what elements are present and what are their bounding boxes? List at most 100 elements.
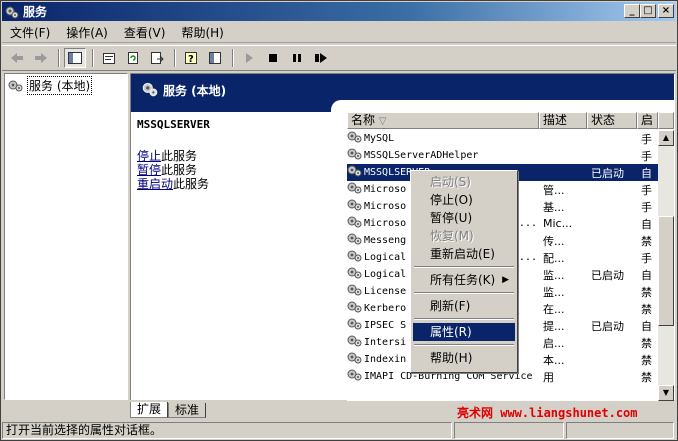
menu-separator (414, 266, 514, 268)
service-startup-type: 自 (641, 319, 652, 333)
sort-indicator-icon: ▽ (378, 116, 387, 127)
service-gear-icon (347, 351, 363, 368)
service-startup-type: 禁 (641, 285, 652, 299)
table-row[interactable]: MSSQLServerADHelper 手 (347, 147, 658, 164)
menu-action[interactable]: 操作(A) (58, 24, 116, 41)
service-description: 启... (543, 336, 565, 350)
service-startup-type: 自 (641, 268, 652, 282)
service-name: Logical (364, 269, 407, 280)
service-description-panel: MSSQLSERVER 停止此服务 暂停此服务 重启动此服务 (137, 118, 337, 191)
service-name: Intersi (364, 337, 407, 348)
service-gear-icon (347, 283, 363, 300)
refresh-icon[interactable] (122, 48, 144, 68)
context-menu-item[interactable]: 所有任务(K) ▶ (413, 271, 515, 289)
menu-separator (414, 292, 514, 294)
restart-service-link[interactable]: 重启动 (137, 177, 173, 191)
service-status: 已启动 (591, 268, 624, 282)
service-startup-type: 手 (641, 200, 652, 214)
menu-separator (414, 318, 514, 320)
service-startup-type: 禁 (641, 302, 652, 316)
window-title: 服务 (23, 5, 48, 19)
service-name: MySQL (364, 133, 395, 144)
stop-service-link[interactable]: 停止 (137, 149, 161, 163)
toolbar-separator (232, 49, 234, 67)
context-menu-item[interactable]: 停止(O) (413, 191, 515, 209)
export-icon[interactable] (146, 48, 168, 68)
forward-arrow-icon[interactable] (30, 48, 52, 68)
tree-item-services-local[interactable]: 服务 (本地) (5, 74, 127, 97)
service-name: MSSQLServerADHelper (364, 150, 479, 161)
service-description: 监... (543, 268, 565, 282)
status-panel-3 (566, 422, 674, 439)
service-startup-type: 禁 (641, 234, 652, 248)
back-arrow-icon[interactable] (6, 48, 28, 68)
menu-file[interactable]: 文件(F) (2, 24, 58, 41)
vertical-scrollbar[interactable]: ▲ ▼ (658, 130, 674, 401)
status-bar: 打开当前选择的属性对话框。 (2, 421, 676, 440)
service-name: Microso (364, 201, 407, 212)
minimize-button[interactable]: _ (624, 4, 640, 18)
toolbar-separator (92, 49, 94, 67)
action-suffix: 此服务 (173, 177, 210, 191)
service-name: License (364, 286, 407, 297)
context-menu-item[interactable]: 暂停(U) (413, 209, 515, 227)
service-name: Indexin (364, 354, 407, 365)
service-gear-icon (347, 249, 363, 266)
menu-view[interactable]: 查看(V) (116, 24, 174, 41)
menu-bar: 文件(F) 操作(A) 查看(V) 帮助(H) (2, 23, 676, 43)
action-pause: 暂停此服务 (137, 163, 337, 177)
service-gear-icon (347, 181, 363, 198)
service-description: 基... (543, 200, 565, 214)
service-name-cell: MSSQLServerADHelper (347, 147, 539, 164)
start-icon[interactable] (238, 48, 260, 68)
context-menu-item[interactable]: 刷新(F) (413, 297, 515, 315)
show-tree-icon[interactable] (64, 48, 86, 68)
column-header-status[interactable]: 状态 (587, 112, 637, 129)
maximize-button[interactable]: □ (640, 4, 656, 18)
console-tree-icon[interactable] (204, 48, 226, 68)
service-name: Microso (364, 218, 407, 229)
context-menu-item[interactable]: 属性(R) (413, 323, 515, 341)
context-menu-item-label: 启动(S) (430, 175, 471, 189)
services-gear-icon (141, 80, 159, 101)
service-gear-icon (347, 147, 363, 164)
scroll-thumb[interactable] (658, 216, 674, 326)
context-menu-item[interactable]: 重新启动(E) (413, 245, 515, 263)
scroll-down-icon[interactable]: ▼ (658, 385, 674, 401)
context-menu-item-label: 刷新(F) (430, 299, 471, 313)
service-startup-type: 手 (641, 183, 652, 197)
watermark-text: 亮术网 www.liangshunet.com (457, 406, 638, 420)
service-startup-type: 禁 (641, 370, 652, 384)
pause-service-link[interactable]: 暂停 (137, 163, 161, 177)
service-status: 已启动 (591, 166, 624, 180)
menu-separator (414, 344, 514, 346)
table-row[interactable]: MySQL 手 (347, 130, 658, 147)
scroll-up-icon[interactable]: ▲ (658, 130, 674, 146)
context-menu-item-label: 停止(O) (430, 193, 473, 207)
menu-help[interactable]: 帮助(H) (173, 24, 231, 41)
context-menu-item: 恢复(M) (413, 227, 515, 245)
title-bar[interactable]: 服务 _ □ × (2, 2, 676, 21)
help-icon[interactable]: ? (180, 48, 202, 68)
console-tree: 服务 (本地) (4, 73, 128, 400)
service-description: 在... (543, 302, 565, 316)
stop-icon[interactable] (262, 48, 284, 68)
pause-icon[interactable] (286, 48, 308, 68)
service-name-cell: MySQL (347, 130, 539, 147)
toolbar-separator (58, 49, 60, 67)
properties-icon[interactable] (98, 48, 120, 68)
tab-standard[interactable]: 标准 (168, 403, 207, 418)
context-menu-item-label: 暂停(U) (430, 211, 473, 225)
column-header-name[interactable]: 名称 ▽ (347, 112, 539, 129)
restart-icon[interactable] (310, 48, 332, 68)
column-name-label: 名称 (351, 113, 376, 127)
column-header-startup[interactable]: 启 (637, 112, 658, 129)
service-name: Logical (364, 252, 407, 263)
action-suffix: 此服务 (161, 163, 198, 177)
close-button[interactable]: × (658, 4, 674, 18)
action-restart: 重启动此服务 (137, 177, 337, 191)
service-gear-icon (347, 317, 363, 334)
tab-extended[interactable]: 扩展 (130, 402, 169, 418)
context-menu-item[interactable]: 帮助(H) (413, 349, 515, 367)
column-header-description[interactable]: 描述 (539, 112, 587, 129)
